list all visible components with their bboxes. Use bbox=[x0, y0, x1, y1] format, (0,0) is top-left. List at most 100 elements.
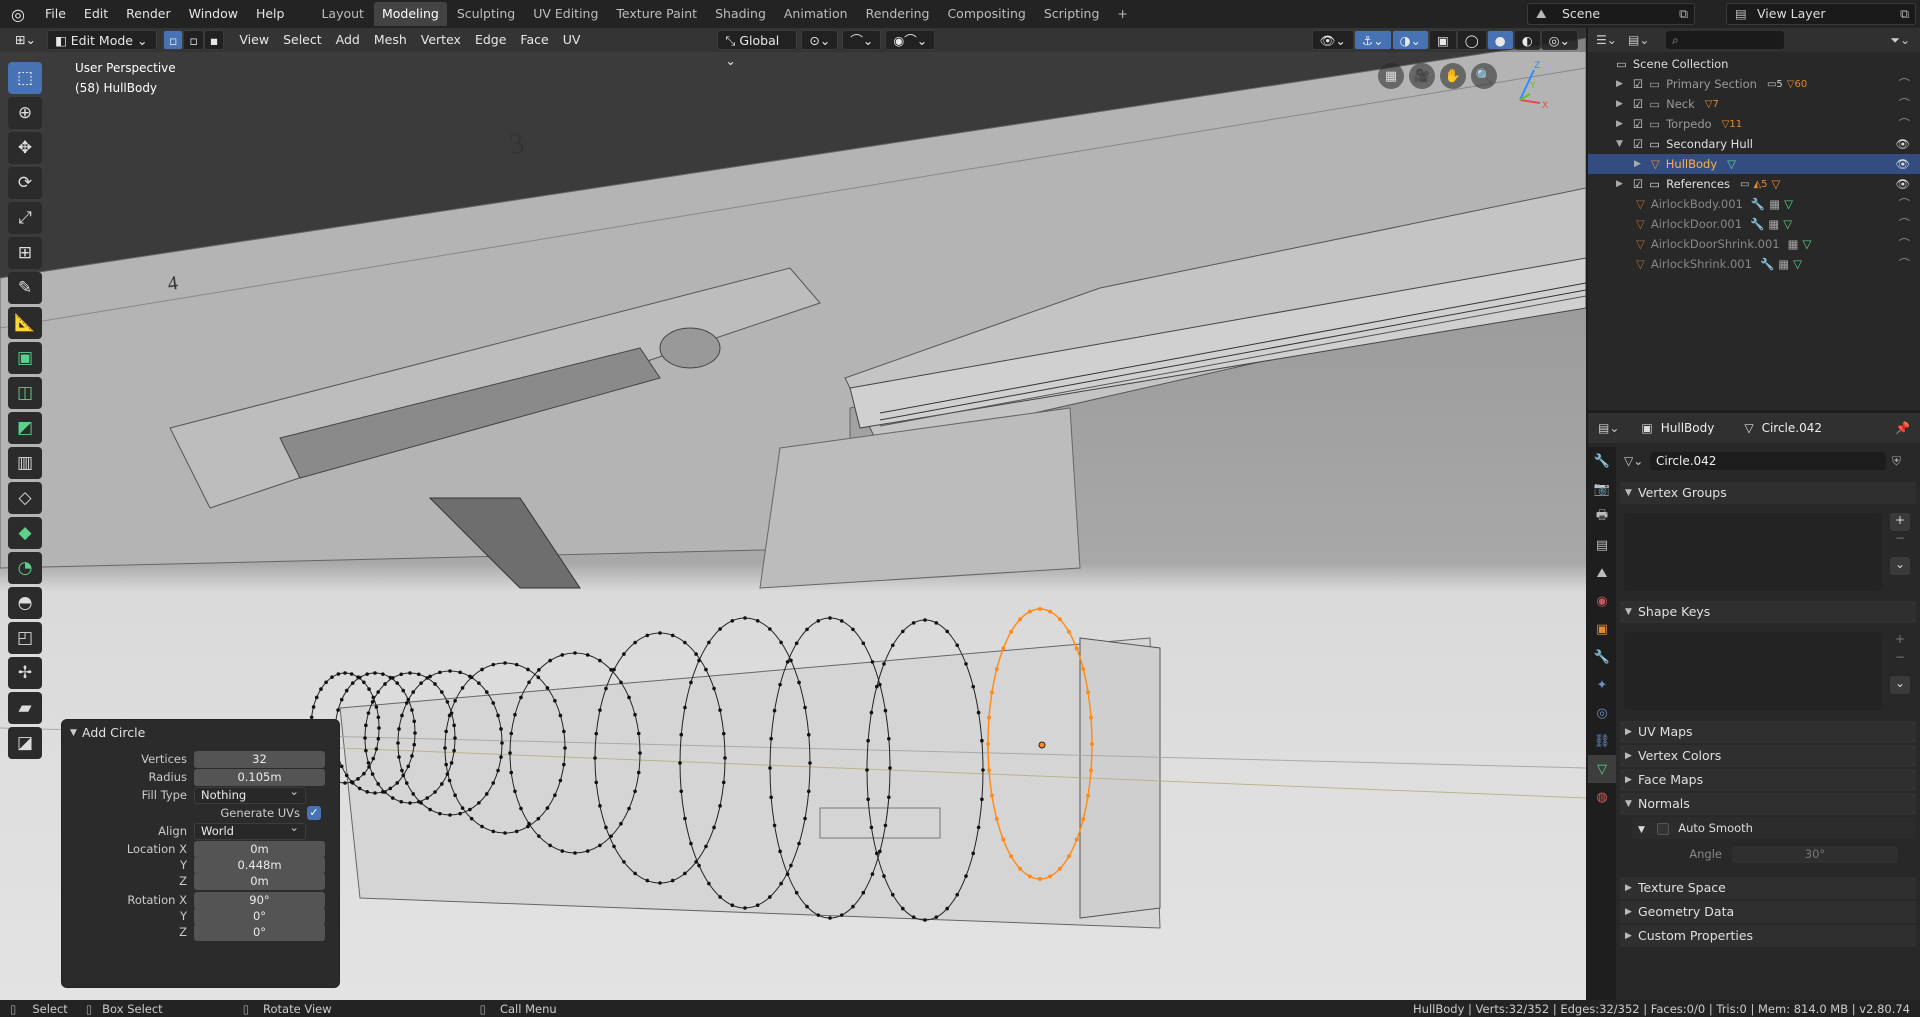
mesh-vertex[interactable] bbox=[377, 726, 381, 730]
transform-orientation-dropdown[interactable]: ⤡ Global ⌄ bbox=[717, 30, 798, 68]
mesh-vertex[interactable] bbox=[683, 871, 687, 876]
expand-triangle-icon[interactable]: ▶ bbox=[1625, 877, 1632, 899]
transform-tool-icon[interactable]: ⊞ bbox=[8, 237, 42, 269]
menu-view[interactable]: View bbox=[232, 30, 276, 50]
mesh-vertex[interactable] bbox=[356, 777, 360, 781]
mesh-vertex[interactable] bbox=[383, 682, 387, 686]
mesh-vertex[interactable] bbox=[851, 627, 855, 632]
mesh-vertex[interactable] bbox=[887, 795, 891, 800]
mesh-vertex[interactable] bbox=[413, 731, 417, 735]
mesh-vertex[interactable] bbox=[803, 816, 807, 821]
expand-triangle-icon[interactable]: ▶ bbox=[1625, 901, 1632, 923]
mesh-vertex[interactable] bbox=[598, 804, 602, 808]
mesh-vertex[interactable] bbox=[874, 851, 879, 856]
mesh-vertex[interactable] bbox=[480, 824, 484, 829]
mesh-vertex[interactable] bbox=[768, 766, 772, 770]
collapse-arrow-icon[interactable]: ▼ bbox=[1616, 139, 1623, 149]
mesh-vertex[interactable] bbox=[453, 736, 457, 740]
mesh-vertex[interactable] bbox=[743, 906, 747, 910]
xray-toggle-icon[interactable]: ▣ bbox=[1428, 30, 1457, 50]
location-x-field[interactable]: 0m bbox=[194, 840, 325, 858]
mesh-vertex[interactable] bbox=[976, 825, 981, 830]
material-tab-icon[interactable]: ◍ bbox=[1588, 783, 1616, 811]
selected-vertex[interactable] bbox=[1066, 854, 1071, 859]
mesh-vertex[interactable] bbox=[828, 916, 832, 920]
outliner-item-airlockbody[interactable]: ▽ AirlockBody.001 🔧 ▦ ▽ ⌒ bbox=[1588, 194, 1920, 214]
location-y-field[interactable]: 0.448m bbox=[194, 856, 325, 874]
mesh-vertex[interactable] bbox=[769, 736, 773, 741]
mesh-vertex[interactable] bbox=[468, 807, 472, 812]
mesh-vertex[interactable] bbox=[460, 686, 465, 690]
menu-edit[interactable]: Edit bbox=[75, 0, 117, 28]
mesh-vertex[interactable] bbox=[901, 629, 905, 634]
menu-mesh[interactable]: Mesh bbox=[367, 30, 414, 50]
wireframe-shading-icon[interactable]: ◯ bbox=[1456, 30, 1487, 50]
mesh-vertex[interactable] bbox=[373, 791, 377, 795]
mesh-vertex[interactable] bbox=[633, 789, 637, 794]
mesh-vertex[interactable] bbox=[343, 781, 347, 785]
mesh-vertex[interactable] bbox=[513, 789, 517, 794]
mesh-vertex[interactable] bbox=[536, 675, 541, 680]
visibility-eye-icon[interactable]: ⌒ bbox=[1899, 196, 1911, 212]
mesh-vertex[interactable] bbox=[365, 672, 369, 676]
mesh-vertex[interactable] bbox=[981, 768, 985, 772]
mesh-vertex[interactable] bbox=[866, 738, 870, 743]
add-workspace-button[interactable]: + bbox=[1109, 2, 1135, 26]
particles-tab-icon[interactable]: ✦ bbox=[1588, 671, 1616, 699]
mesh-vertex[interactable] bbox=[779, 640, 783, 645]
texture-space-section[interactable]: ▶ Texture Space bbox=[1620, 877, 1916, 899]
mesh-vertex[interactable] bbox=[449, 761, 454, 765]
mesh-vertex[interactable] bbox=[519, 806, 523, 811]
mesh-vertex[interactable] bbox=[401, 688, 406, 693]
mesh-vertex[interactable] bbox=[683, 705, 687, 710]
mesh-vertex[interactable] bbox=[365, 790, 369, 794]
mesh-vertex[interactable] bbox=[923, 918, 927, 922]
tab-rendering[interactable]: Rendering bbox=[858, 2, 938, 26]
selected-vertex[interactable] bbox=[1057, 866, 1062, 871]
remove-vertex-group-button[interactable]: − bbox=[1890, 531, 1910, 549]
mesh-vertex[interactable] bbox=[683, 816, 687, 821]
mesh-vertex[interactable] bbox=[545, 686, 550, 690]
mesh-vertex[interactable] bbox=[440, 782, 444, 786]
mesh-vertex[interactable] bbox=[374, 747, 379, 751]
mesh-vertex[interactable] bbox=[336, 672, 341, 676]
mesh-vertex[interactable] bbox=[612, 844, 616, 849]
mesh-vertex[interactable] bbox=[419, 801, 423, 805]
mesh-vertex[interactable] bbox=[388, 786, 393, 791]
face-select-icon[interactable]: ▪ bbox=[203, 30, 225, 50]
editor-type-icon[interactable]: ⊞⌄ bbox=[8, 30, 43, 50]
mesh-vertex[interactable] bbox=[636, 770, 641, 775]
mesh-vertex[interactable] bbox=[390, 796, 395, 800]
mesh-vertex[interactable] bbox=[452, 748, 456, 753]
mesh-vertex[interactable] bbox=[718, 627, 722, 631]
selected-vertex[interactable] bbox=[986, 715, 991, 720]
mesh-vertex[interactable] bbox=[778, 849, 782, 854]
mesh-vertex[interactable] bbox=[573, 851, 577, 855]
mesh-vertex[interactable] bbox=[448, 813, 452, 817]
mesh-vertex[interactable] bbox=[945, 629, 949, 634]
mesh-vertex[interactable] bbox=[376, 690, 380, 694]
selected-vertex[interactable] bbox=[1018, 866, 1023, 871]
edge-slide-tool-icon[interactable]: ◰ bbox=[8, 622, 42, 654]
normals-section[interactable]: ▼ Normals bbox=[1620, 793, 1916, 815]
selected-vertex[interactable] bbox=[994, 666, 999, 671]
mesh-vertex[interactable] bbox=[598, 658, 602, 663]
outliner-item-secondary-hull[interactable]: ▼ ☑ ▭ Secondary Hull 👁 bbox=[1588, 134, 1920, 154]
align-dropdown[interactable]: World bbox=[194, 820, 306, 840]
mesh-vertex[interactable] bbox=[585, 849, 590, 853]
mesh-vertex[interactable] bbox=[404, 701, 409, 705]
mesh-vertex[interactable] bbox=[438, 811, 442, 816]
mesh-vertex[interactable] bbox=[349, 672, 354, 676]
mesh-vertex[interactable] bbox=[678, 761, 682, 765]
selected-vertex[interactable] bbox=[1081, 666, 1086, 671]
mesh-vertex[interactable] bbox=[882, 874, 886, 878]
mesh-vertex[interactable] bbox=[633, 871, 637, 876]
mesh-vertex[interactable] bbox=[344, 773, 349, 778]
mesh-vertex[interactable] bbox=[440, 690, 444, 694]
rotation-z-field[interactable]: 0° bbox=[194, 923, 325, 941]
uv-maps-section[interactable]: ▶ UV Maps bbox=[1620, 721, 1916, 743]
mesh-vertex[interactable] bbox=[797, 680, 801, 685]
spin-tool-icon[interactable]: ◔ bbox=[8, 552, 42, 584]
constraints-tab-icon[interactable]: ⛓ bbox=[1588, 727, 1616, 755]
mesh-vertex[interactable] bbox=[585, 653, 590, 657]
